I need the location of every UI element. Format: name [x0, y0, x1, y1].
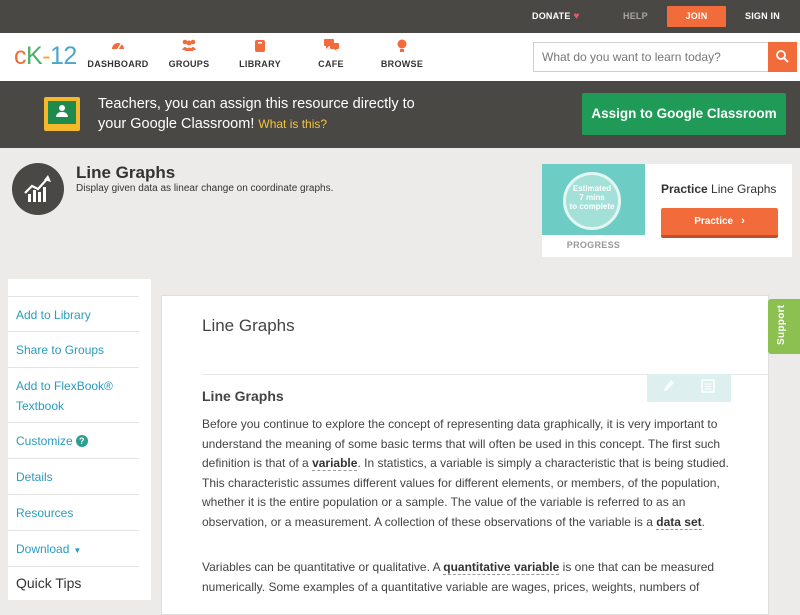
ck12-logo[interactable]: cK-12 [14, 42, 77, 71]
search-button[interactable] [768, 42, 797, 72]
donate-label: DONATE [532, 11, 571, 21]
quick-tips-heading: Quick Tips [16, 575, 82, 591]
sidebar-item-label: Resources [16, 506, 74, 520]
sign-in-link[interactable]: SIGN IN [745, 0, 780, 33]
progress-label: PROGRESS [566, 240, 621, 250]
sidebar-item-add-to-library[interactable]: Add to Library [8, 296, 139, 332]
estimate-line-3: to complete [569, 202, 615, 211]
practice-button-label: Practice [694, 216, 734, 227]
sidebar-item-add-to-flexbook[interactable]: Add to FlexBook® Textbook [8, 368, 139, 423]
chevron-right-icon: › [741, 215, 745, 227]
help-icon[interactable]: ? [75, 435, 88, 447]
groups-icon [154, 39, 224, 55]
sidebar-item-label: Details [16, 470, 53, 484]
section-title: Line Graphs [202, 388, 284, 404]
nav-groups-label: GROUPS [168, 59, 210, 69]
sidebar-item-resources[interactable]: Resources [8, 495, 139, 531]
concept-subtitle: Display given data as linear change on c… [76, 183, 334, 194]
sidebar-item-label: Customize [16, 434, 73, 448]
heart-icon: ♥ [573, 11, 580, 22]
nav-groups[interactable]: GROUPS [154, 39, 224, 69]
estimate-line-1: Estimated [572, 184, 612, 193]
sidebar: Add to Library Share to Groups Add to Fl… [8, 279, 151, 600]
line-graph-concept-icon [12, 163, 64, 215]
support-label: Support [776, 304, 787, 345]
term-variable[interactable]: variable [312, 456, 358, 471]
practice-title-rest: Line Graphs [707, 182, 777, 196]
join-button[interactable]: JOIN [667, 6, 726, 27]
logo-c: c [14, 42, 27, 70]
library-icon [225, 39, 295, 55]
pencil-icon[interactable] [663, 379, 675, 396]
search-icon [776, 50, 789, 63]
estimate-text: Estimated 7 mins to complete [563, 184, 621, 211]
sidebar-item-label: Download [16, 542, 70, 556]
paragraph-2: Variables can be quantitative or qualita… [202, 558, 732, 597]
notes-icon[interactable] [701, 379, 715, 396]
sidebar-item-details[interactable]: Details [8, 459, 139, 495]
lesson-tools [647, 374, 731, 402]
caret-down-icon: ▼ [73, 546, 82, 555]
banner-message: Teachers, you can assign this resource d… [98, 94, 438, 134]
sidebar-item-label: Add to FlexBook® Textbook [16, 379, 113, 413]
nav-dashboard[interactable]: DASHBOARD [83, 39, 153, 69]
nav-browse[interactable]: BROWSE [367, 39, 437, 69]
term-data-set[interactable]: data set [656, 514, 702, 530]
nav-dashboard-label: DASHBOARD [87, 59, 149, 69]
google-classroom-banner: Teachers, you can assign this resource d… [0, 81, 800, 148]
sidebar-item-label: Share to Groups [16, 343, 105, 357]
sidebar-item-label: Add to Library [16, 308, 91, 322]
paragraph-1: Before you continue to explore the conce… [202, 415, 732, 532]
support-tab[interactable]: Support [768, 299, 800, 354]
search-input[interactable] [534, 43, 766, 71]
concept-title: Line Graphs [76, 163, 176, 182]
cafe-icon [296, 39, 366, 55]
nav-library-label: LIBRARY [239, 59, 281, 69]
lesson-card: Line Graphs Line Graphs Before you conti… [161, 295, 770, 615]
nav-cafe[interactable]: CAFE [296, 39, 366, 69]
main-content-area: Line Graphs Line Graphs Before you conti… [151, 279, 800, 615]
logo-k: K [26, 42, 43, 70]
banner-text: Teachers, you can assign this resource d… [98, 96, 415, 132]
logo-dash: - [42, 42, 51, 70]
google-classroom-icon [44, 97, 80, 131]
lesson-title: Line Graphs [202, 316, 295, 335]
donate-link[interactable]: DONATE ♥ [532, 0, 580, 33]
dashboard-icon [83, 39, 153, 55]
nav-library[interactable]: LIBRARY [225, 39, 295, 69]
practice-title-bold: Practice [661, 182, 708, 196]
estimate-line-2: 7 mins [579, 193, 605, 202]
nav-browse-label: BROWSE [380, 59, 424, 69]
paragraph-text: . [701, 514, 705, 529]
top-bar: DONATE ♥ HELP JOIN SIGN IN [0, 0, 800, 33]
term-quantitative-variable[interactable]: quantitative variable [443, 560, 560, 575]
sidebar-item-download[interactable]: Download ▼ [8, 531, 139, 567]
what-is-this-link[interactable]: What is this? [258, 117, 327, 131]
practice-progress-image: Estimated 7 mins to complete [542, 164, 645, 235]
help-link[interactable]: HELP [623, 0, 648, 33]
sidebar-item-share-to-groups[interactable]: Share to Groups [8, 332, 139, 368]
practice-card: Estimated 7 mins to complete PROGRESS Pr… [542, 164, 792, 257]
practice-title: Practice Line Graphs [661, 182, 776, 196]
practice-button[interactable]: Practice › [661, 208, 778, 238]
search-box [533, 42, 797, 72]
sidebar-item-customize[interactable]: Customize? [8, 423, 139, 459]
assign-to-google-classroom-button[interactable]: Assign to Google Classroom [582, 93, 786, 135]
logo-num: 12 [50, 42, 77, 70]
nav-cafe-label: CAFE [318, 59, 344, 69]
browse-icon [367, 39, 437, 55]
main-nav: cK-12 DASHBOARD GROUPS LIBRARY CAFE BROW… [0, 33, 800, 81]
paragraph-text: Variables can be quantitative or qualita… [202, 560, 444, 574]
